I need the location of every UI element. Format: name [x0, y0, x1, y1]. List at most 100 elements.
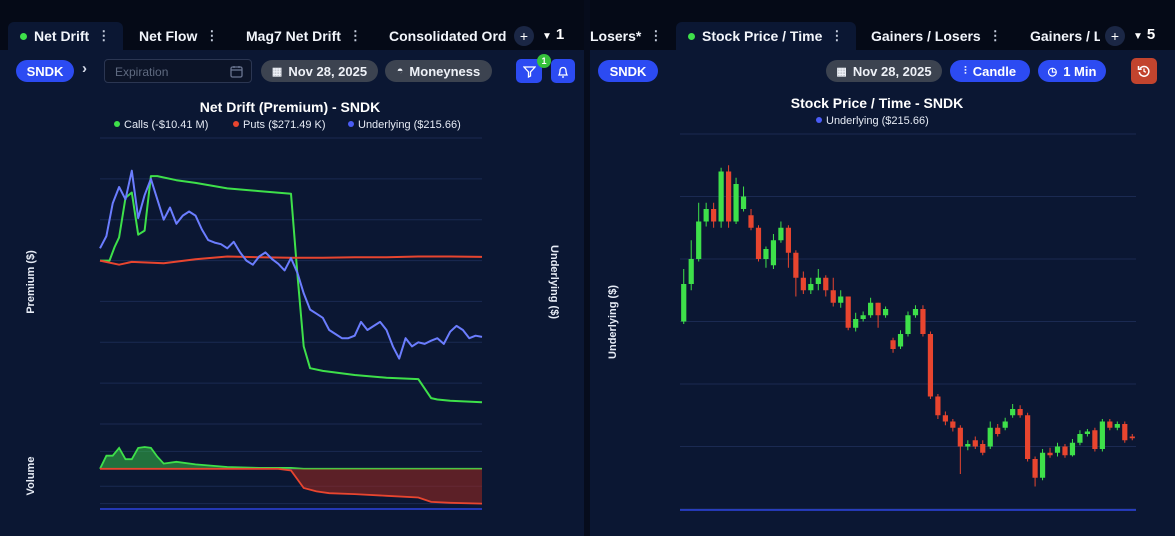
candle-body	[1084, 431, 1091, 434]
candle[interactable]	[1069, 439, 1076, 457]
candle[interactable]	[778, 221, 784, 243]
candle[interactable]	[815, 269, 821, 291]
candle[interactable]	[1002, 417, 1008, 431]
candle-body	[1054, 446, 1061, 453]
candle[interactable]	[1025, 412, 1031, 462]
candle[interactable]	[942, 411, 948, 426]
candle-body	[830, 290, 836, 303]
legend-underlying[interactable]: Underlying ($215.66)	[826, 115, 929, 127]
candle[interactable]	[972, 436, 978, 450]
candle[interactable]	[1047, 447, 1053, 458]
candle[interactable]	[823, 275, 829, 297]
candle[interactable]	[875, 302, 881, 328]
candle[interactable]	[703, 202, 709, 227]
candle-body	[800, 277, 806, 291]
candle[interactable]	[755, 225, 762, 262]
candle[interactable]	[853, 312, 859, 332]
legend-calls[interactable]: Calls (-$10.41 M)	[124, 119, 208, 131]
candle[interactable]	[711, 202, 717, 228]
candle-body	[1032, 459, 1038, 478]
stock-price-pane: Losers* ⋮ Stock Price / Time ⋮ Gainers /…	[590, 0, 1175, 536]
legend-underlying-swatch	[348, 121, 354, 127]
legend-puts[interactable]: Puts ($271.49 K)	[243, 119, 326, 131]
legend-calls-swatch	[114, 121, 120, 127]
candle[interactable]	[868, 297, 874, 318]
legend-puts-swatch	[233, 121, 239, 127]
candle[interactable]	[980, 440, 986, 456]
candle[interactable]	[1129, 434, 1135, 441]
candle-body	[875, 302, 881, 316]
candle-body	[957, 427, 963, 447]
candle-body	[1062, 446, 1068, 456]
candle[interactable]	[808, 277, 814, 294]
candle-body	[815, 277, 821, 284]
candle[interactable]	[725, 165, 732, 228]
candle[interactable]	[763, 246, 769, 268]
candle[interactable]	[935, 394, 941, 419]
candle-body	[995, 427, 1001, 434]
candle[interactable]	[1084, 429, 1091, 437]
candle[interactable]	[995, 424, 1001, 437]
candle-body	[987, 427, 993, 447]
candle[interactable]	[793, 250, 799, 297]
candle[interactable]	[740, 186, 747, 212]
candle[interactable]	[830, 277, 836, 307]
candle[interactable]	[1039, 449, 1046, 481]
candle[interactable]	[696, 202, 702, 262]
candle-body	[897, 334, 904, 347]
candle-body	[1047, 452, 1053, 456]
candle[interactable]	[688, 240, 694, 291]
stock-price-chart[interactable]: Stock Price / Time - SNDK Underlying ($2…	[590, 0, 1175, 536]
candle[interactable]	[681, 269, 687, 324]
candle[interactable]	[890, 337, 896, 353]
candle[interactable]	[965, 440, 971, 451]
candle[interactable]	[1114, 421, 1120, 431]
candle-body	[733, 184, 739, 222]
candle-body	[793, 252, 799, 278]
candle-body	[868, 302, 874, 316]
candle[interactable]	[785, 225, 791, 268]
candle-body	[920, 309, 926, 334]
candle[interactable]	[987, 421, 993, 450]
candle[interactable]	[882, 306, 889, 318]
candle-body	[823, 277, 829, 291]
candle[interactable]	[733, 177, 739, 224]
legend-underlying[interactable]: Underlying ($215.66)	[358, 119, 461, 131]
candle[interactable]	[957, 425, 963, 474]
net-drift-chart[interactable]: Net Drift (Premium) - SNDK Calls (-$10.4…	[0, 0, 584, 536]
candle-body	[696, 221, 702, 259]
candle-body	[845, 296, 851, 328]
candle-body	[778, 227, 784, 241]
candle[interactable]	[1122, 421, 1128, 443]
candle[interactable]	[1077, 430, 1083, 446]
candle[interactable]	[1099, 419, 1105, 452]
candle-body	[688, 259, 694, 284]
candle[interactable]	[905, 311, 911, 337]
candle[interactable]	[1017, 405, 1023, 418]
candle[interactable]	[912, 305, 919, 318]
candle-body	[860, 315, 866, 319]
candle[interactable]	[927, 331, 934, 400]
candle-body	[748, 215, 754, 228]
candle[interactable]	[1054, 442, 1061, 457]
candle-body	[755, 227, 762, 259]
candle[interactable]	[845, 296, 851, 331]
candle[interactable]	[920, 305, 926, 337]
candle[interactable]	[1010, 404, 1016, 418]
candle[interactable]	[950, 419, 956, 432]
candle[interactable]	[1032, 456, 1038, 487]
candle[interactable]	[860, 311, 866, 322]
candle[interactable]	[718, 167, 724, 228]
candle-body	[740, 196, 747, 209]
candle-body	[1129, 436, 1135, 439]
candle[interactable]	[838, 290, 844, 308]
candle[interactable]	[770, 234, 777, 269]
candle[interactable]	[748, 209, 754, 231]
candle[interactable]	[1092, 427, 1098, 452]
y-axis-label-right: Underlying ($)	[548, 245, 560, 319]
chart-legend: Calls (-$10.41 M) Puts ($271.49 K) Under…	[114, 119, 461, 131]
candle[interactable]	[800, 271, 806, 295]
candle[interactable]	[1107, 419, 1113, 431]
candle-body	[718, 171, 724, 222]
candle[interactable]	[897, 330, 904, 349]
